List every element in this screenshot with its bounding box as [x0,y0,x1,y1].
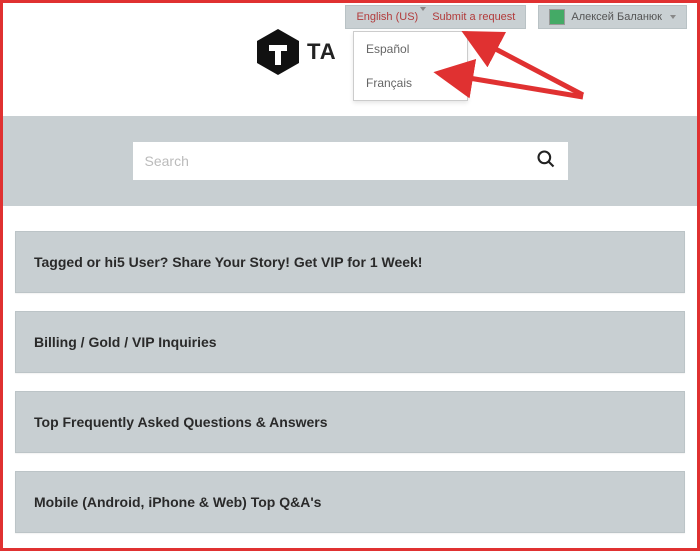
language-selector[interactable]: English (US) [356,11,426,23]
category-item[interactable]: Mobile (Android, iPhone & Web) Top Q&A's [15,471,685,533]
chevron-down-icon [670,15,676,19]
avatar [549,9,565,25]
search-box[interactable] [133,142,568,180]
user-menu[interactable]: Алексей Баланюк [538,5,687,29]
chevron-down-icon [420,7,426,23]
category-item[interactable]: Billing / Gold / VIP Inquiries [15,311,685,373]
language-dropdown: Español Français [353,31,468,101]
language-option-francais[interactable]: Français [354,66,467,100]
category-list: Tagged or hi5 User? Share Your Story! Ge… [15,231,685,551]
logo-mark-icon [253,27,303,77]
category-item[interactable]: Tagged or hi5 User? Share Your Story! Ge… [15,231,685,293]
top-navbar: English (US) Submit a request Алексей Ба… [3,3,697,31]
logo-text: TA [307,39,337,65]
brand-logo[interactable]: TA [253,27,337,77]
language-label: English (US) [356,11,418,23]
category-item[interactable]: Top Frequently Asked Questions & Answers [15,391,685,453]
app-frame: English (US) Submit a request Алексей Ба… [0,0,700,551]
submit-request-link[interactable]: Submit a request [432,11,515,23]
search-icon[interactable] [536,149,556,174]
user-name-label: Алексей Баланюк [571,11,662,23]
nav-right-segment: English (US) Submit a request [345,5,526,29]
search-input[interactable] [145,153,536,169]
search-hero [3,116,697,206]
language-option-espanol[interactable]: Español [354,32,467,66]
